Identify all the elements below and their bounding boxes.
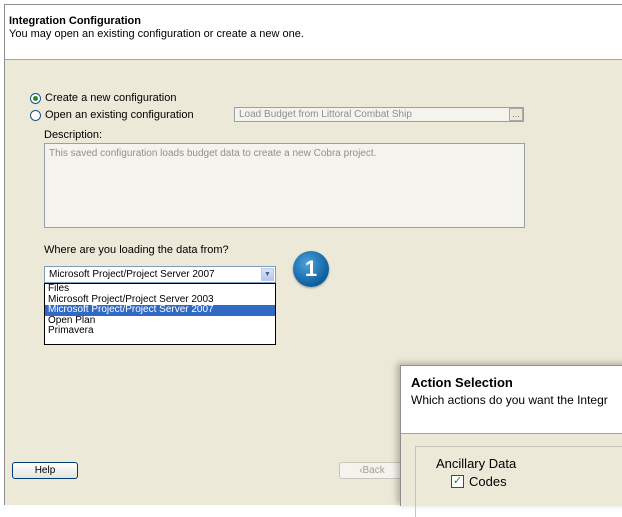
dropdown-option-primavera[interactable]: Primavera: [45, 326, 275, 337]
help-button[interactable]: Help: [12, 462, 78, 479]
checkbox-checked-icon[interactable]: ✓: [451, 475, 464, 488]
browse-button[interactable]: ...: [509, 108, 523, 121]
source-select[interactable]: Microsoft Project/Project Server 2007 ▼: [44, 266, 276, 283]
radio-checked-icon[interactable]: [30, 92, 41, 104]
callout-number-badge: 1: [293, 251, 329, 287]
dialog-header: Integration Configuration You may open a…: [5, 5, 622, 60]
open-existing-option[interactable]: Open an existing configuration: [30, 109, 194, 121]
source-dropdown-list: Files Microsoft Project/Project Server 2…: [44, 283, 276, 345]
create-new-label: Create a new configuration: [45, 92, 177, 104]
existing-configuration-field[interactable]: Load Budget from Littoral Combat Ship: [234, 107, 524, 122]
radio-unchecked-icon[interactable]: [30, 109, 41, 121]
description-field[interactable]: This saved configuration loads budget da…: [44, 143, 525, 228]
create-new-option[interactable]: Create a new configuration: [30, 92, 176, 104]
source-select-value: Microsoft Project/Project Server 2007: [49, 269, 215, 280]
chevron-down-icon[interactable]: ▼: [261, 268, 274, 281]
codes-checkbox-row[interactable]: ✓ Codes: [451, 474, 507, 489]
action-selection-header: Action Selection Which actions do you wa…: [401, 366, 622, 434]
description-label: Description:: [44, 129, 103, 141]
action-selection-subtitle: Which actions do you want the Integr: [411, 393, 608, 407]
open-existing-label: Open an existing configuration: [45, 109, 194, 121]
dialog-title: Integration Configuration: [9, 15, 141, 27]
dialog-subtitle: You may open an existing configuration o…: [9, 28, 304, 40]
back-button[interactable]: ‹Back: [339, 462, 405, 479]
action-selection-window: Action Selection Which actions do you wa…: [400, 365, 622, 517]
dropdown-option-files[interactable]: Files: [45, 284, 275, 295]
codes-label: Codes: [469, 474, 507, 489]
ancillary-data-label: Ancillary Data: [436, 456, 517, 471]
action-selection-title: Action Selection: [411, 375, 513, 390]
dropdown-option-ms-project-2007[interactable]: Microsoft Project/Project Server 2007: [45, 305, 275, 316]
source-question-label: Where are you loading the data from?: [44, 244, 229, 256]
